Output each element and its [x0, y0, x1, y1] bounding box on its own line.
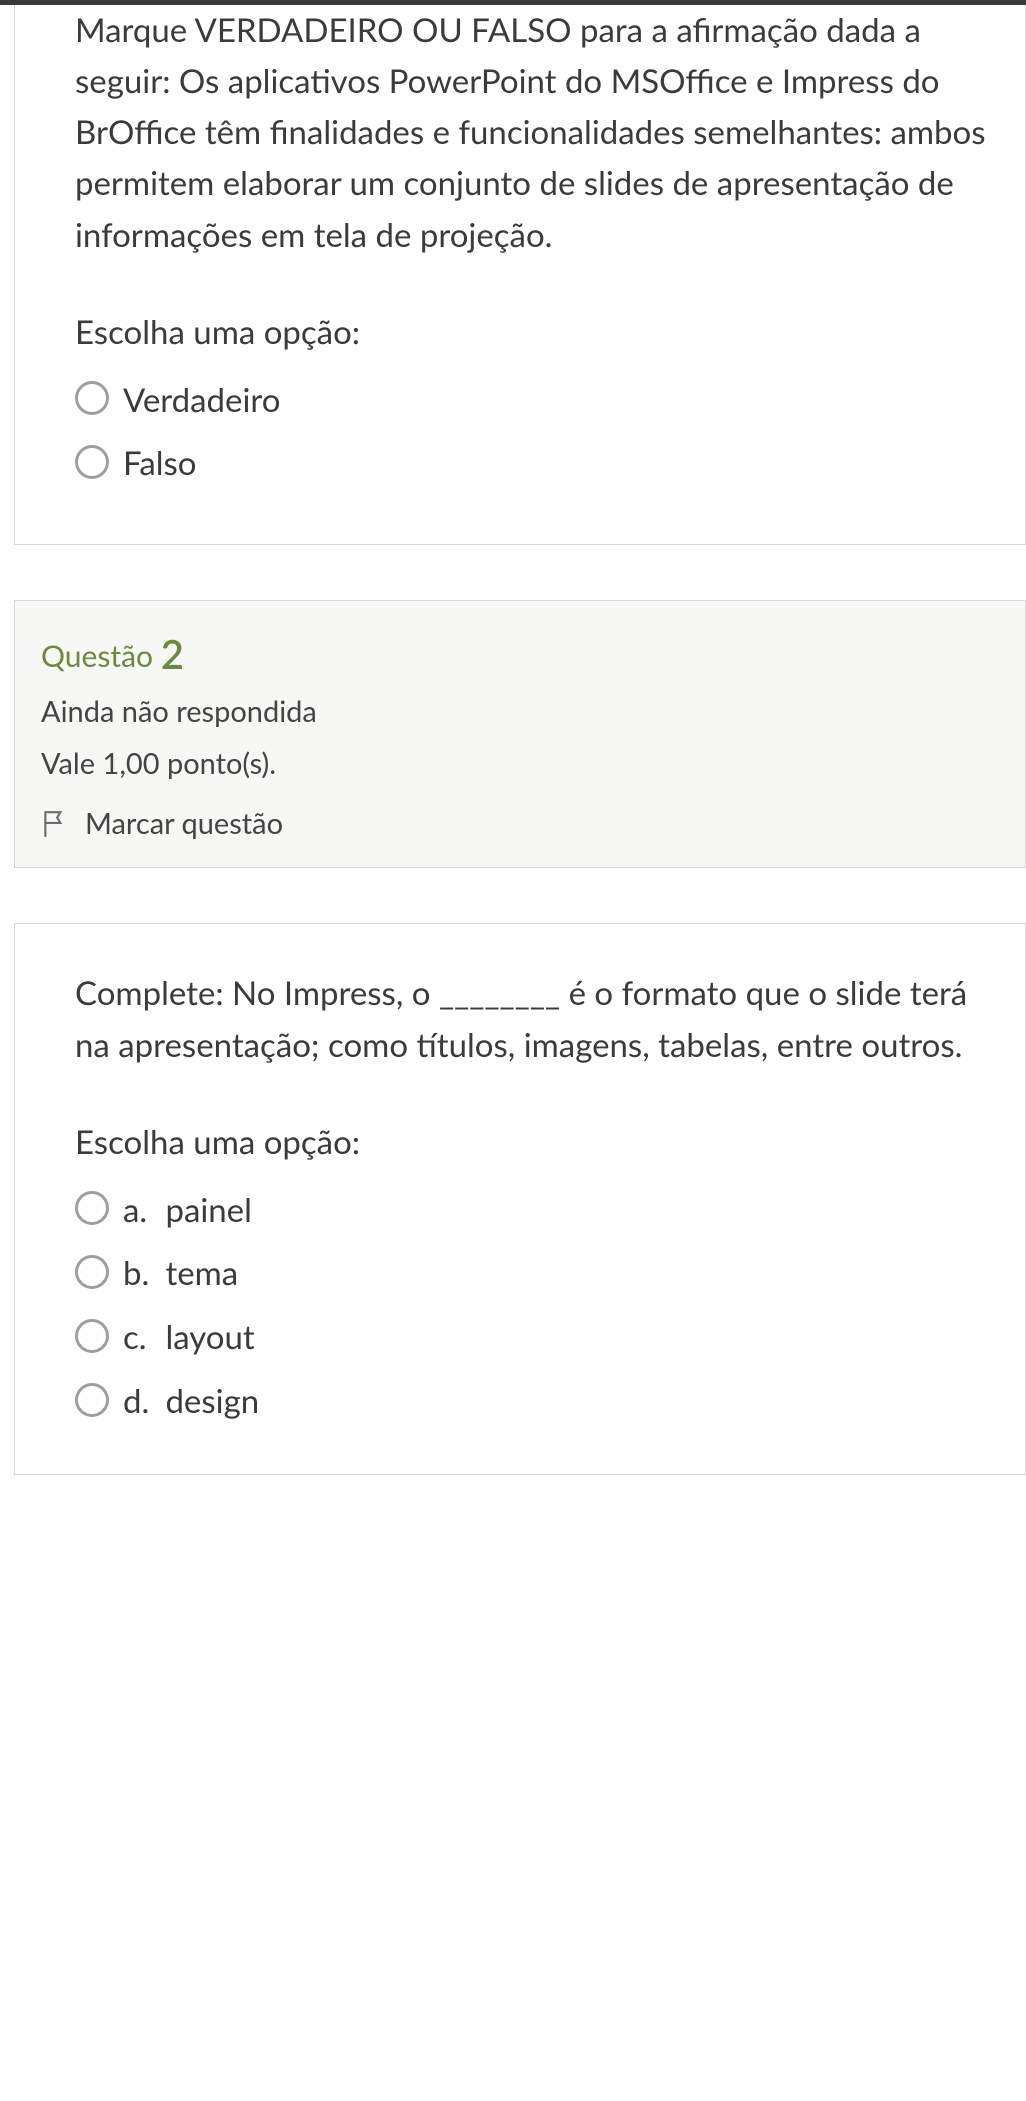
- radio-c[interactable]: [75, 1319, 109, 1353]
- option-d-letter: d.: [123, 1378, 157, 1426]
- option-c-label[interactable]: c. layout: [123, 1314, 255, 1362]
- option-d[interactable]: d. design: [75, 1370, 995, 1434]
- question-2-body: Complete: No Impress, o ________ é o for…: [14, 923, 1026, 1475]
- question-1-prompt: Escolha uma opção:: [75, 309, 995, 357]
- question-number: 2: [161, 630, 184, 678]
- option-b-label[interactable]: b. tema: [123, 1250, 238, 1298]
- flag-icon: [41, 809, 69, 839]
- radio-false[interactable]: [75, 445, 109, 479]
- option-d-label[interactable]: d. design: [123, 1378, 259, 1426]
- option-false-label[interactable]: Falso: [123, 440, 197, 488]
- flag-question-button[interactable]: Marcar questão: [41, 803, 999, 845]
- option-c-text: layout: [165, 1317, 254, 1357]
- question-2-heading: Questão 2: [41, 623, 999, 681]
- option-a[interactable]: a. painel: [75, 1179, 995, 1243]
- option-c[interactable]: c. layout: [75, 1306, 995, 1370]
- option-true[interactable]: Verdadeiro: [75, 369, 995, 433]
- question-heading-prefix: Questão: [41, 638, 161, 674]
- radio-a[interactable]: [75, 1191, 109, 1225]
- radio-d[interactable]: [75, 1383, 109, 1417]
- option-b-text: tema: [165, 1253, 238, 1293]
- option-a-label[interactable]: a. painel: [123, 1187, 252, 1235]
- option-a-text: painel: [165, 1190, 251, 1230]
- question-2-options: a. painel b. tema c. layout d. design: [75, 1179, 995, 1434]
- option-c-letter: c.: [123, 1314, 157, 1362]
- option-false[interactable]: Falso: [75, 432, 995, 496]
- question-2-status: Ainda não respondida: [41, 691, 999, 733]
- flag-question-label: Marcar questão: [85, 803, 283, 845]
- question-2-prompt: Escolha uma opção:: [75, 1119, 995, 1167]
- radio-true[interactable]: [75, 381, 109, 415]
- radio-b[interactable]: [75, 1255, 109, 1289]
- question-1-body: Marque VERDADEIRO OU FALSO para a afirma…: [14, 5, 1026, 545]
- option-d-text: design: [165, 1381, 259, 1421]
- question-2-grade: Vale 1,00 ponto(s).: [41, 743, 999, 785]
- question-2-text: Complete: No Impress, o ________ é o for…: [75, 968, 995, 1070]
- option-b-letter: b.: [123, 1250, 157, 1298]
- question-2-info: Questão 2 Ainda não respondida Vale 1,00…: [14, 600, 1026, 868]
- question-1-text: Marque VERDADEIRO OU FALSO para a afirma…: [75, 5, 995, 261]
- question-1-options: Verdadeiro Falso: [75, 369, 995, 497]
- option-a-letter: a.: [123, 1187, 157, 1235]
- option-b[interactable]: b. tema: [75, 1242, 995, 1306]
- option-true-label[interactable]: Verdadeiro: [123, 377, 280, 425]
